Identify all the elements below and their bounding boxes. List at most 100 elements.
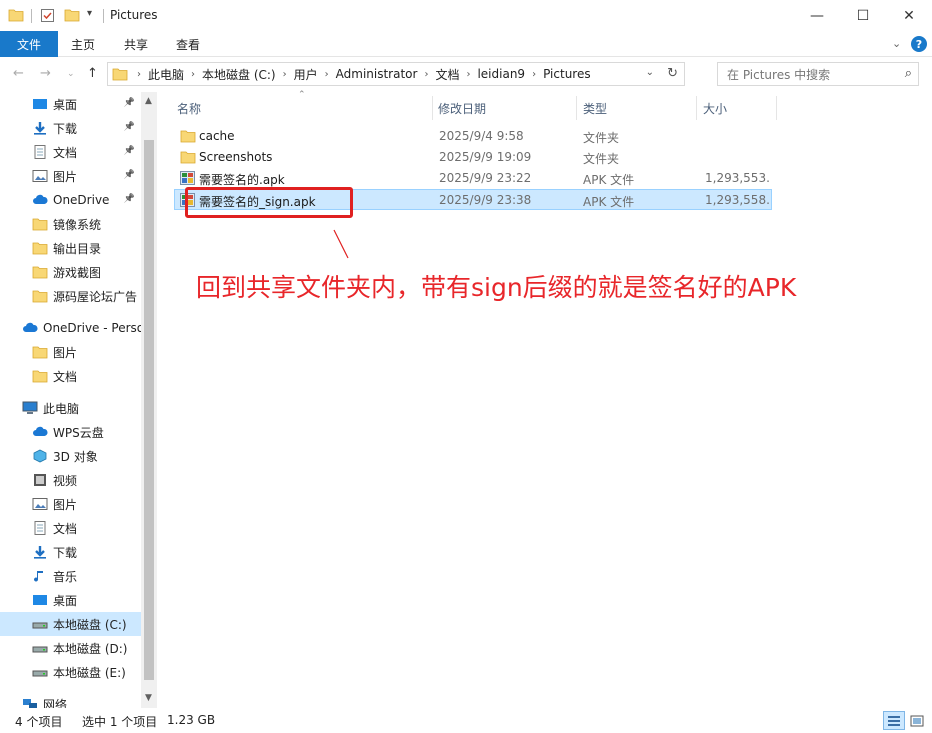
sidebar-item[interactable]: 桌面 📌 [0, 92, 141, 116]
column-header-name[interactable]: 名称 [177, 96, 201, 120]
address-bar[interactable]: › 此电脑 › 本地磁盘 (C:) › 用户 › Administrator ›… [107, 62, 685, 86]
sidebar-item-label: 输出目录 [53, 241, 102, 256]
file-list[interactable]: 名称 ⌃ 修改日期 类型 大小 cache 2025/9/4 9:58 文件夹 Scr… [157, 90, 932, 708]
expand-ribbon-icon[interactable]: ⌄ [892, 37, 901, 50]
sidebar-item[interactable]: 下载 [0, 540, 141, 564]
folder-icon [180, 129, 196, 143]
search-icon[interactable]: ⌕ [905, 66, 912, 81]
sidebar-item[interactable]: WPS云盘 [0, 420, 141, 444]
sidebar-item[interactable]: 文档 [0, 364, 141, 388]
sidebar-item[interactable]: 文档 📌 [0, 140, 141, 164]
column-header-date[interactable]: 修改日期 [438, 96, 486, 120]
customize-quick-access-icon[interactable]: ▾ [87, 8, 92, 19]
breadcrumb-item[interactable]: Administrator [336, 67, 418, 81]
back-icon[interactable]: ← [13, 66, 24, 81]
new-folder-icon[interactable] [64, 8, 80, 22]
tab-share[interactable]: 共享 [124, 31, 148, 57]
sidebar-item[interactable]: 图片 [0, 340, 141, 364]
sidebar-item[interactable]: 桌面 [0, 588, 141, 612]
breadcrumb-separator-icon[interactable]: › [191, 69, 195, 80]
sidebar-item-label: 图片 [53, 345, 78, 360]
help-button[interactable]: ? [911, 36, 927, 52]
breadcrumb-separator-icon: › [137, 68, 141, 80]
navigation-pane[interactable]: 桌面 📌 下载 📌 文档 📌 图片 📌 OneDrive 📌 镜像系统 输出目录 游戏截图 源码屋论坛广告… [0, 92, 157, 708]
tab-view[interactable]: 查看 [176, 31, 200, 57]
breadcrumb-separator-icon[interactable]: › [424, 69, 428, 80]
scroll-up-icon[interactable]: ▲ [145, 96, 152, 106]
forward-icon[interactable]: → [40, 66, 51, 81]
sidebar-item[interactable]: 视频 [0, 468, 141, 492]
sidebar-item[interactable]: 此电脑 [0, 396, 141, 420]
properties-icon[interactable] [40, 8, 55, 23]
breadcrumb-item[interactable]: 此电脑 [148, 66, 184, 83]
title-divider [31, 9, 32, 23]
column-label: 类型 [583, 101, 608, 116]
sidebar-item[interactable]: 本地磁盘 (C:) [0, 612, 141, 636]
large-icons-view-button[interactable] [906, 711, 928, 730]
column-divider[interactable] [576, 96, 577, 120]
sidebar-item[interactable]: 本地磁盘 (D:) [0, 636, 141, 660]
sidebar-item[interactable]: 输出目录 [0, 236, 141, 260]
breadcrumb-item[interactable]: 文档 [435, 66, 459, 83]
sidebar-item[interactable]: 3D 对象 [0, 444, 141, 468]
selection-size: 1.23 GB [167, 713, 216, 727]
sidebar-item-label: 网络 [43, 697, 68, 709]
tab-home[interactable]: 主页 [71, 31, 95, 57]
column-divider[interactable] [776, 96, 777, 120]
folder-icon [32, 345, 48, 359]
address-dropdown-icon[interactable]: ⌄ [646, 67, 654, 78]
refresh-icon[interactable]: ↻ [667, 66, 678, 81]
maximize-button[interactable]: ☐ [840, 0, 886, 31]
sidebar-item[interactable]: 网络 [0, 692, 141, 708]
sidebar-item-label: WPS云盘 [53, 425, 104, 440]
column-header-type[interactable]: 类型 [583, 96, 607, 120]
sidebar-item[interactable]: 图片 [0, 492, 141, 516]
sidebar-item[interactable]: 音乐 [0, 564, 141, 588]
file-size: 1,293,553... [705, 171, 771, 185]
breadcrumb-separator-icon[interactable]: › [325, 69, 329, 80]
file-row[interactable]: 需要签名的.apk 2025/9/9 23:22 APK 文件 1,293,553..… [174, 168, 772, 189]
breadcrumb-item[interactable]: 本地磁盘 (C:) [202, 66, 276, 83]
breadcrumb-item[interactable]: leidian9 [477, 67, 525, 81]
picture-icon [32, 497, 48, 511]
details-view-button[interactable] [883, 711, 905, 730]
breadcrumb-separator-icon[interactable]: › [283, 69, 287, 80]
file-row[interactable]: cache 2025/9/4 9:58 文件夹 [174, 126, 772, 147]
folder-icon [8, 9, 24, 22]
sidebar-item[interactable]: 源码屋论坛广告 [0, 284, 141, 308]
breadcrumb-separator-icon[interactable]: › [532, 69, 536, 80]
column-divider[interactable] [432, 96, 433, 120]
folder-icon [32, 265, 48, 279]
pin-icon: 📌 [123, 194, 135, 204]
up-icon[interactable]: ↑ [87, 66, 98, 81]
recent-locations-icon[interactable]: ⌄ [67, 69, 75, 79]
scrollbar-thumb[interactable] [144, 140, 154, 680]
sidebar-item-label: 图片 [53, 497, 78, 512]
search-input[interactable]: 在 Pictures 中搜索 ⌕ [717, 62, 919, 86]
sidebar-item[interactable]: 镜像系统 [0, 212, 141, 236]
sidebar-item[interactable]: 本地磁盘 (E:) [0, 660, 141, 684]
tab-file[interactable]: 文件 [0, 31, 58, 57]
breadcrumb-item[interactable]: 用户 [294, 66, 318, 83]
breadcrumb-separator-icon[interactable]: › [466, 69, 470, 80]
sidebar-item-label: 下载 [53, 121, 78, 136]
sidebar-item[interactable]: 文档 [0, 516, 141, 540]
breadcrumb-item[interactable]: Pictures [543, 67, 591, 81]
sidebar-item[interactable]: 图片 📌 [0, 164, 141, 188]
folder-icon [32, 369, 48, 383]
sidebar-scrollbar[interactable]: ▲ ▼ [141, 92, 157, 708]
file-row[interactable]: Screenshots 2025/9/9 19:09 文件夹 [174, 147, 772, 168]
close-button[interactable]: ✕ [886, 0, 932, 31]
file-type: 文件夹 [583, 152, 620, 166]
column-header-size[interactable]: 大小 [703, 96, 727, 120]
sidebar-item[interactable]: OneDrive 📌 [0, 188, 141, 212]
sort-ascending-icon: ⌃ [298, 90, 306, 100]
scroll-down-icon[interactable]: ▼ [145, 693, 152, 703]
sidebar-item[interactable]: OneDrive - Perso [0, 316, 141, 340]
sidebar-item[interactable]: 游戏截图 [0, 260, 141, 284]
file-date: 2025/9/4 9:58 [439, 129, 524, 143]
column-label: 名称 [177, 101, 202, 116]
column-divider[interactable] [696, 96, 697, 120]
sidebar-item[interactable]: 下载 📌 [0, 116, 141, 140]
minimize-button[interactable]: — [794, 0, 840, 31]
